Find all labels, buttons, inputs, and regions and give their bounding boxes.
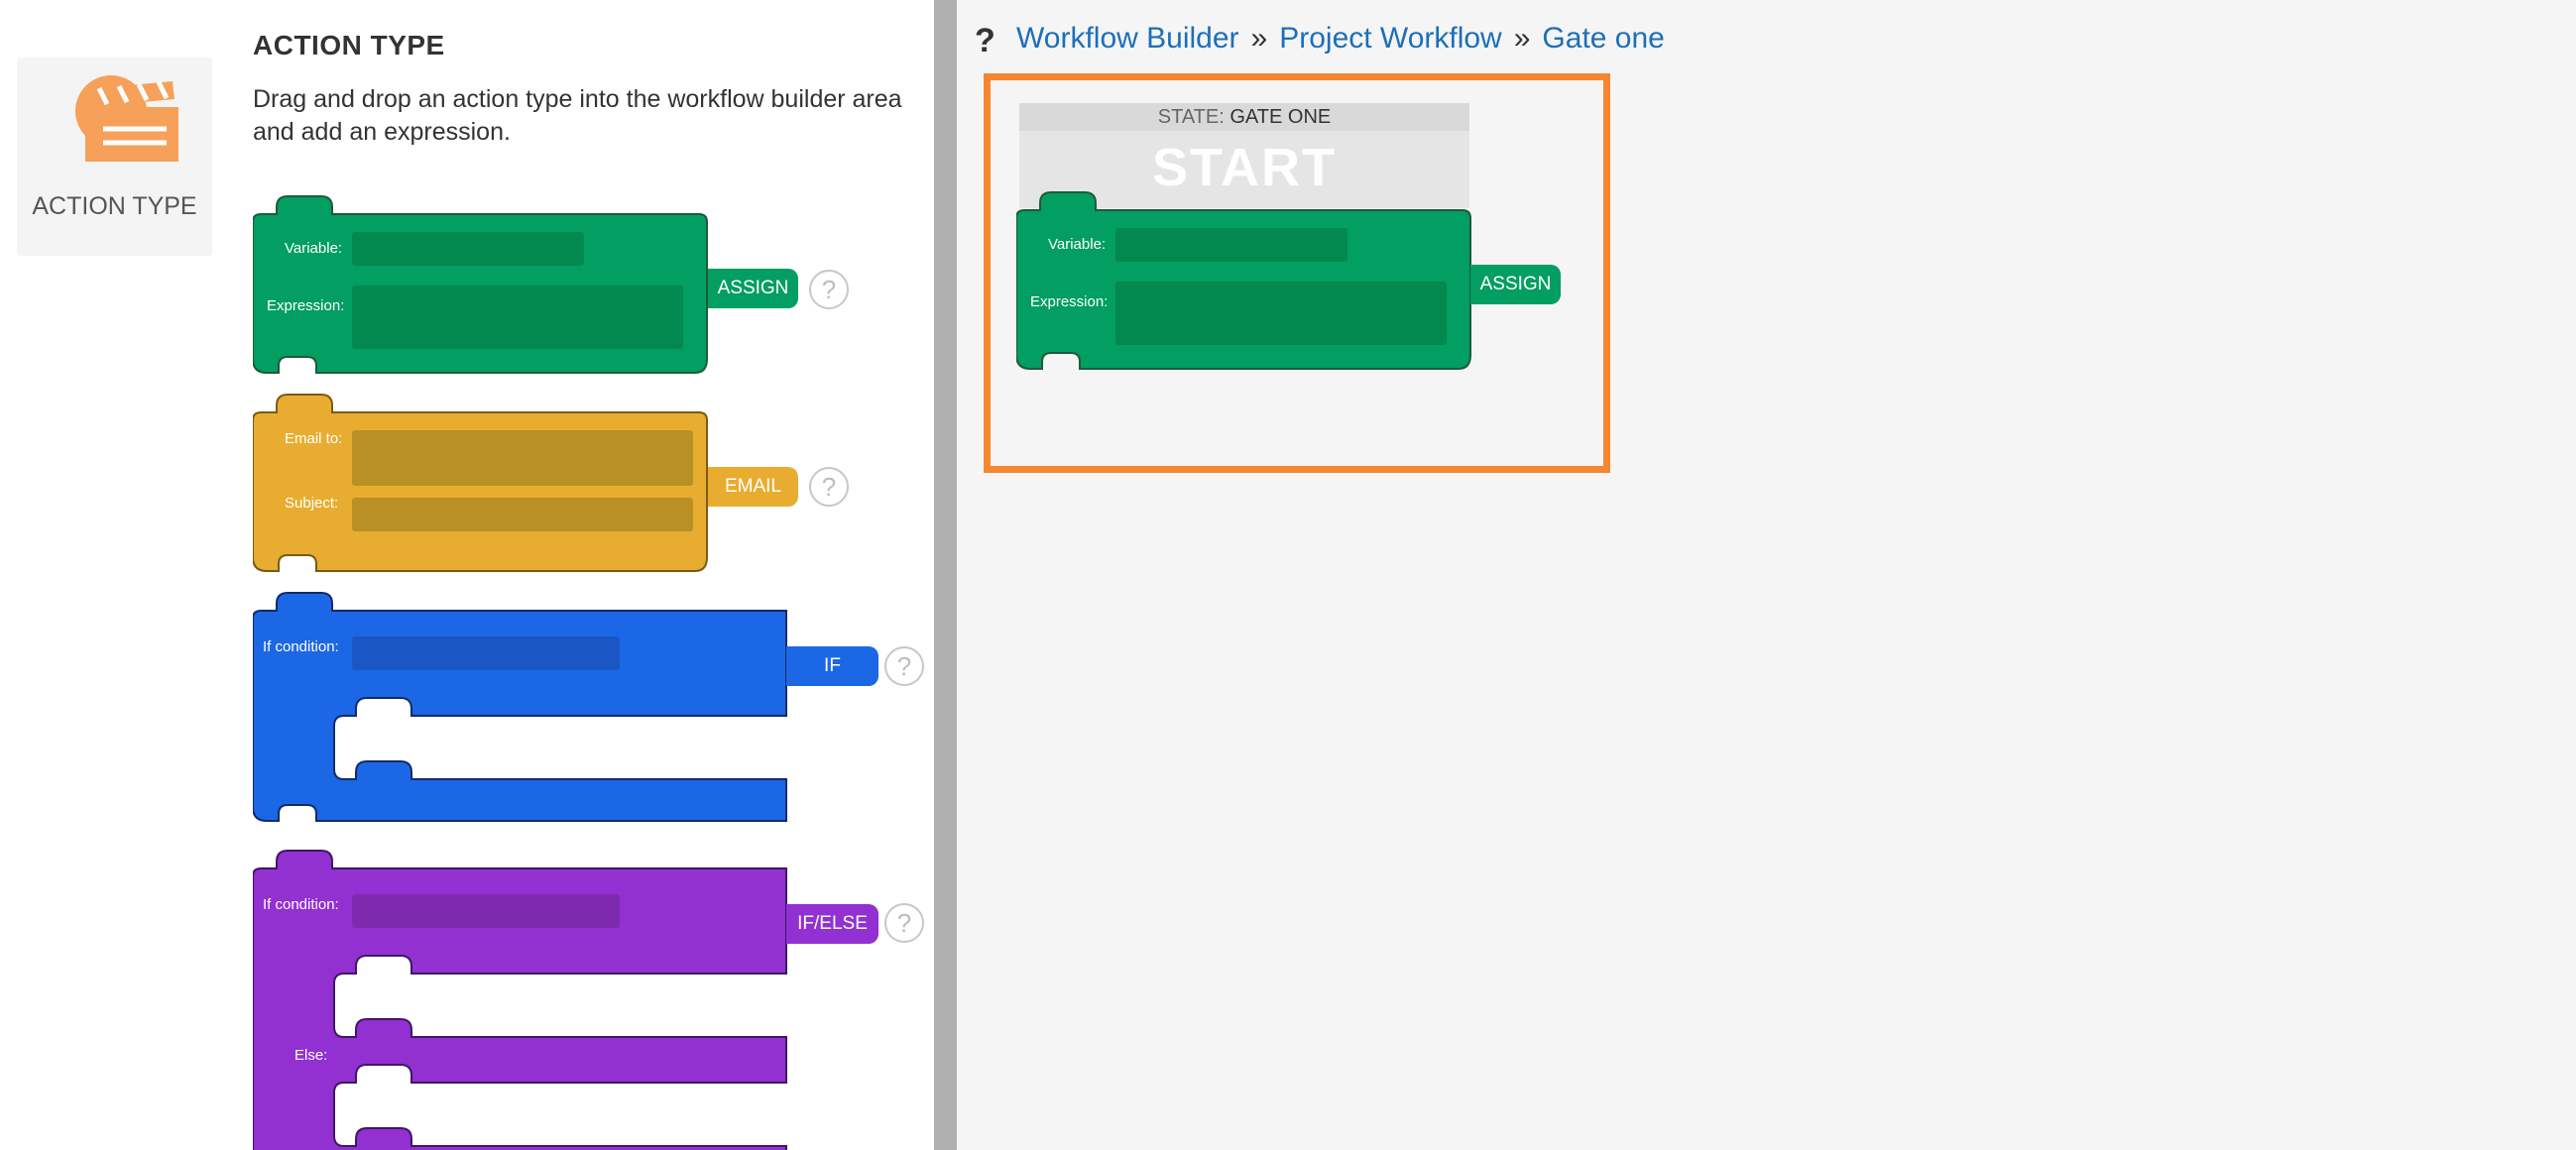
variable-label: Variable:	[285, 240, 343, 257]
else-label: Else:	[294, 1047, 328, 1064]
state-prefix: STATE:	[1157, 106, 1225, 128]
canvas-assign-tag[interactable]: ASSIGN	[1470, 265, 1561, 304]
if-else-condition-field[interactable]	[352, 894, 620, 928]
canvas-assign-block[interactable]: Variable: Expression:	[1016, 190, 1472, 371]
if-condition-label: If condition:	[263, 638, 339, 655]
breadcrumb-workflow-builder[interactable]: Workflow Builder	[1016, 22, 1239, 55]
expression-field[interactable]	[352, 286, 683, 349]
if-else-block[interactable]: If condition: Else:	[253, 849, 788, 1150]
subject-label: Subject:	[285, 495, 339, 512]
if-else-condition-label: If condition:	[263, 896, 339, 913]
assign-help-button[interactable]: ?	[809, 270, 849, 309]
breadcrumb-project-workflow[interactable]: Project Workflow	[1279, 22, 1502, 55]
panel-resize-handle[interactable]	[934, 0, 957, 1150]
palette-title: ACTION TYPE	[253, 30, 445, 60]
state-name: GATE ONE	[1229, 106, 1332, 128]
assign-tag[interactable]: ASSIGN	[708, 269, 798, 308]
sidebar-item-label: ACTION TYPE	[32, 192, 197, 220]
start-label: START	[1152, 138, 1337, 197]
sidebar-item-action-type[interactable]: ACTION TYPE	[17, 58, 212, 256]
variable-field[interactable]	[352, 232, 584, 266]
assign-block[interactable]: Variable: Expression:	[253, 194, 709, 375]
email-block[interactable]: Email to: Subject:	[253, 393, 709, 573]
clapperboard-icon	[75, 75, 178, 162]
subject-field[interactable]	[352, 498, 693, 531]
if-tag[interactable]: IF	[786, 646, 878, 686]
expression-field[interactable]	[1115, 282, 1447, 345]
breadcrumb-separator: »	[1513, 22, 1531, 55]
if-else-help-button[interactable]: ?	[884, 903, 924, 943]
help-icon[interactable]: ?	[975, 22, 995, 60]
palette-description: Drag and drop an action type into the wo…	[253, 85, 902, 146]
email-tag[interactable]: EMAIL	[708, 467, 798, 507]
if-help-button[interactable]: ?	[884, 646, 924, 686]
breadcrumb-gate-one[interactable]: Gate one	[1542, 22, 1664, 55]
expression-label: Expression:	[1030, 293, 1109, 310]
if-condition-field[interactable]	[352, 636, 620, 670]
email-to-field[interactable]	[352, 430, 693, 486]
email-help-button[interactable]: ?	[809, 467, 849, 507]
breadcrumb-separator: »	[1250, 22, 1268, 55]
email-to-label: Email to:	[285, 430, 343, 447]
expression-label: Expression:	[267, 297, 345, 314]
if-else-tag[interactable]: IF/ELSE	[786, 904, 878, 944]
if-block[interactable]: If condition:	[253, 591, 788, 823]
state-header: STATE: GATE ONE	[1019, 103, 1469, 131]
variable-field[interactable]	[1115, 228, 1347, 262]
variable-label: Variable:	[1048, 236, 1107, 253]
breadcrumb: Workflow Builder » Project Workflow » Gate o…	[1016, 22, 1665, 56]
if-block-shape	[253, 592, 787, 822]
